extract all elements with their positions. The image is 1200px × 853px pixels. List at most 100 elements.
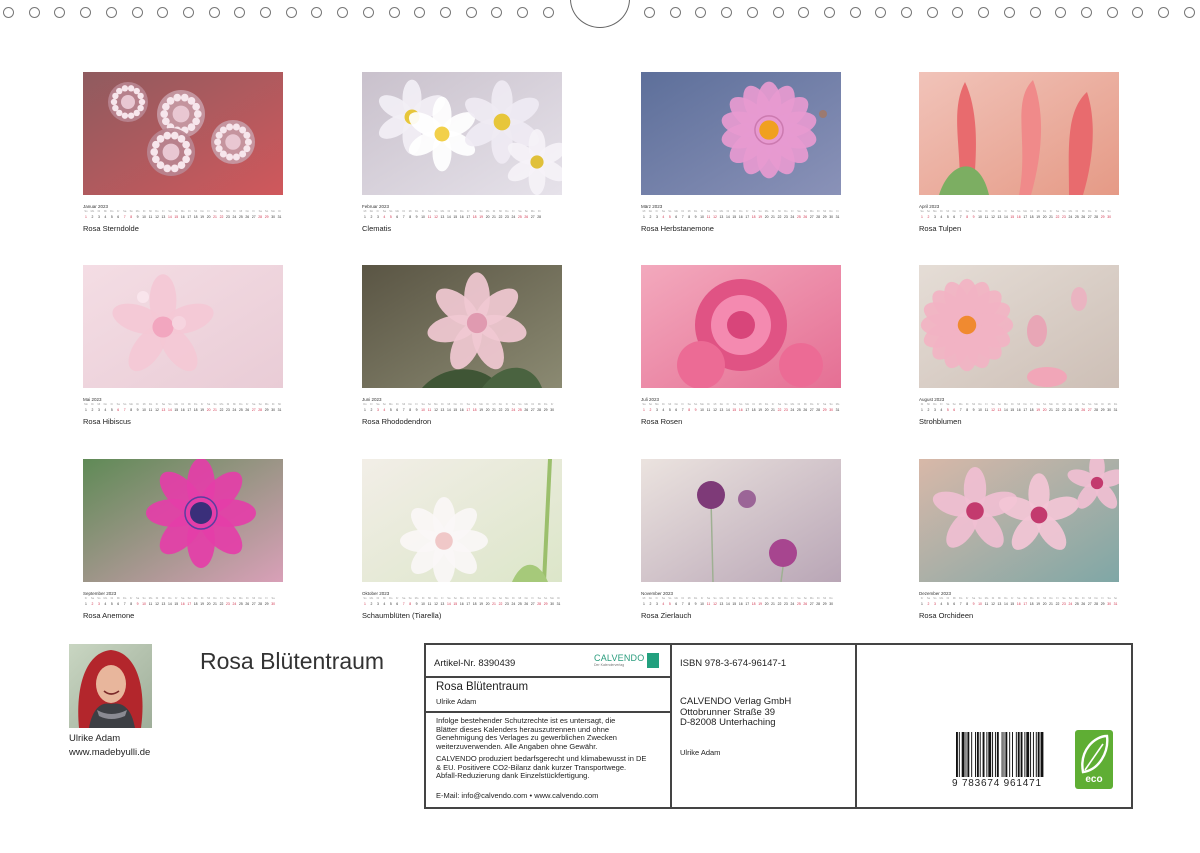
day-number: 21 bbox=[1049, 602, 1053, 606]
weekday-label: Di bbox=[752, 403, 755, 406]
day-number: 31 bbox=[556, 602, 561, 606]
day-number: 29 bbox=[543, 408, 548, 412]
day-number: 14 bbox=[1003, 408, 1008, 412]
day-grid: Mi 1 Do 2 Fr 3 Sa 4 So 5 Mo 6 Di 7 Mi 8 Do 9 Fr 10 Sa 11 So 12 M… bbox=[641, 210, 841, 220]
weekday-label: Do bbox=[810, 403, 814, 406]
weekday-label: Di bbox=[402, 210, 405, 213]
day-number: 6 bbox=[396, 602, 399, 606]
weekday-label: Sa bbox=[1062, 597, 1066, 600]
weekday-label: Sa bbox=[797, 210, 801, 213]
weekday-label: Mi bbox=[363, 210, 367, 213]
weekday-label: Fr bbox=[421, 210, 425, 213]
weekday-label: Do bbox=[245, 210, 249, 213]
weekday-label: Fr bbox=[745, 597, 749, 600]
day-number: 24 bbox=[790, 215, 795, 219]
day-number: 24 bbox=[232, 602, 237, 606]
day-number: 14 bbox=[725, 215, 730, 219]
weekday-label: Di bbox=[920, 403, 924, 406]
weekday-label: Sa bbox=[661, 597, 665, 600]
weekday-label: Sa bbox=[777, 403, 782, 406]
day-number: 10 bbox=[700, 408, 704, 412]
weekday-label: Mo bbox=[1075, 597, 1079, 600]
day-number: 4 bbox=[940, 602, 943, 606]
weekday-label: So bbox=[713, 597, 717, 600]
weekday-label: Sa bbox=[1101, 210, 1105, 213]
weekday-label: Sa bbox=[518, 210, 522, 213]
day-number: 4 bbox=[383, 215, 386, 219]
day-number: 5 bbox=[389, 602, 392, 606]
weekday-label: Mo bbox=[395, 210, 400, 213]
weekday-label: Do bbox=[784, 210, 788, 213]
day-number: 25 bbox=[238, 602, 243, 606]
weekday-label: Fr bbox=[700, 597, 704, 600]
month-4: April 2023 Sa 1 So 2 Mo 3 Di 4 Mi 5 Do 6 Fr 7 Sa 8 So 9 Mo 1… bbox=[919, 72, 1119, 233]
day-number: 9 bbox=[972, 215, 975, 219]
weekday-label: Mo bbox=[984, 597, 989, 600]
day-number: 25 bbox=[1074, 408, 1079, 412]
day-number: 2 bbox=[370, 408, 373, 412]
weekday-label: Do bbox=[200, 210, 204, 213]
weekday-label: Mi bbox=[758, 403, 762, 406]
day-number: 17 bbox=[187, 408, 192, 412]
day-number: 30 bbox=[550, 602, 554, 606]
day-number: 2 bbox=[927, 408, 930, 412]
weekday-label: Di bbox=[181, 403, 184, 406]
day-number: 1 bbox=[921, 602, 923, 606]
weekday-label: Sa bbox=[752, 210, 756, 213]
day-number: 27 bbox=[809, 602, 814, 606]
weekday-label: Mo bbox=[440, 210, 445, 213]
day-grid: Mi 1 Do 2 Fr 3 Sa 4 So 5 Mo 6 Di 7 Mi 8 Do 9 Fr 10 Sa 11 So 12 M… bbox=[641, 597, 841, 607]
day-number: 28 bbox=[537, 602, 542, 606]
barcode-bar bbox=[1030, 732, 1032, 777]
weekday-label: Fr bbox=[246, 403, 249, 406]
photo-caption: Clematis bbox=[362, 224, 392, 233]
weekday-label: So bbox=[933, 597, 937, 600]
weekday-label: Fr bbox=[175, 597, 178, 600]
calvendo-logo-icon bbox=[647, 653, 659, 668]
weekday-label: So bbox=[758, 210, 762, 213]
weekday-label: Fr bbox=[200, 403, 204, 406]
day-number: 26 bbox=[1081, 602, 1086, 606]
weekday-label: So bbox=[123, 403, 127, 406]
day-number: 5 bbox=[389, 408, 392, 412]
day-number: 27 bbox=[1087, 602, 1092, 606]
day-number: 26 bbox=[803, 215, 808, 219]
day-number: 21 bbox=[771, 215, 775, 219]
weekday-label: Do bbox=[239, 403, 243, 406]
weekday-label: Fr bbox=[220, 597, 223, 600]
day-number: 15 bbox=[732, 408, 737, 412]
day-number: 20 bbox=[764, 602, 769, 606]
day-number: 16 bbox=[459, 215, 464, 219]
day-number: 31 bbox=[835, 215, 840, 219]
day-number: 18 bbox=[472, 408, 477, 412]
weekday-label: Mi bbox=[687, 597, 691, 600]
weekday-label: Mo bbox=[414, 597, 419, 600]
day-number: 10 bbox=[700, 602, 704, 606]
day-number: 4 bbox=[662, 602, 665, 606]
day-number: 10 bbox=[142, 408, 146, 412]
day-number: 31 bbox=[1113, 408, 1118, 412]
day-number: 4 bbox=[383, 602, 386, 606]
day-number: 14 bbox=[725, 408, 730, 412]
day-number: 21 bbox=[492, 215, 496, 219]
barcode-bar bbox=[1026, 732, 1030, 777]
weekday-label: Do bbox=[543, 403, 548, 406]
barcode-bar bbox=[1020, 732, 1023, 777]
weekday-label: Di bbox=[441, 403, 444, 406]
author-portrait bbox=[69, 644, 152, 728]
day-number: 16 bbox=[1016, 602, 1021, 606]
weekday-label: Di bbox=[537, 210, 541, 213]
day-number: 28 bbox=[816, 408, 821, 412]
weekday-label: Mo bbox=[978, 210, 982, 213]
barcode-bar bbox=[992, 732, 994, 777]
day-number: 22 bbox=[498, 408, 503, 412]
binding-hole bbox=[362, 7, 374, 18]
day-number: 29 bbox=[264, 408, 269, 412]
day-number: 6 bbox=[953, 602, 956, 606]
flower-photo bbox=[641, 459, 841, 583]
day-number: 3 bbox=[97, 215, 100, 219]
day-number: 22 bbox=[219, 602, 224, 606]
weekday-label: So bbox=[978, 597, 982, 600]
day-number: 12 bbox=[155, 215, 159, 219]
day-number: 30 bbox=[1107, 602, 1111, 606]
